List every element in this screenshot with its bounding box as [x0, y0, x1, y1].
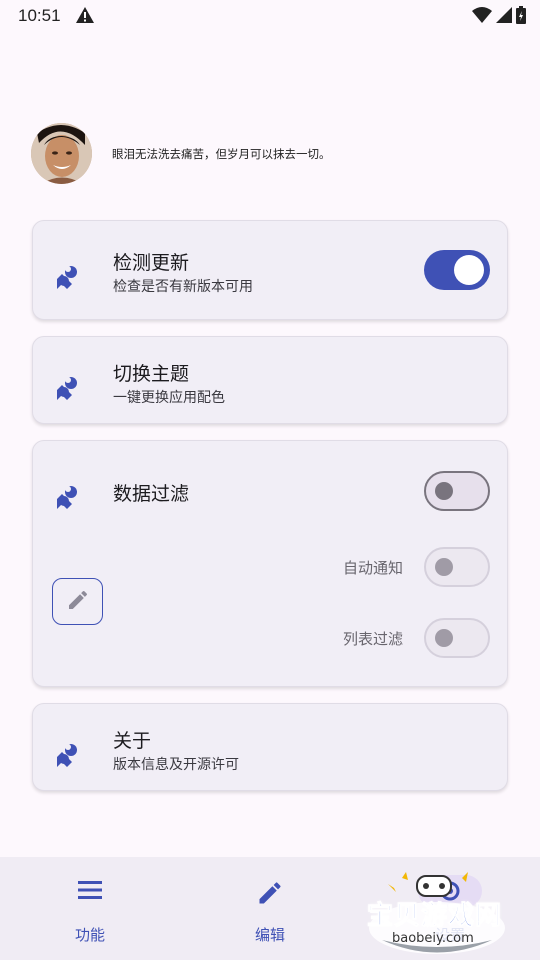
card-subtitle: 版本信息及开源许可 — [113, 757, 239, 773]
toggle-knob — [435, 629, 453, 647]
wifi-icon — [472, 7, 492, 27]
status-time: 10:51 — [18, 6, 61, 25]
card-title: 数据过滤 — [113, 483, 190, 505]
puzzle-icon — [55, 483, 81, 509]
list-filter-toggle[interactable] — [424, 618, 490, 658]
profile-header: 眼泪无法洗去痛苦，但岁月可以抹去一切。 — [31, 123, 331, 184]
status-bar: 10:51 — [0, 0, 540, 32]
warning-icon — [76, 7, 94, 27]
menu-icon — [77, 879, 103, 905]
pencil-icon — [256, 879, 284, 911]
watermark-text: 宝贝游戏网 — [366, 901, 503, 932]
nav-label: 功能 — [74, 926, 105, 944]
card-subtitle: 检查是否有新版本可用 — [113, 279, 253, 295]
list-filter-label: 列表过滤 — [342, 630, 403, 648]
card-switch-theme[interactable]: 切换主题 一键更换应用配色 — [32, 336, 508, 424]
pencil-icon — [66, 588, 90, 616]
toggle-knob — [435, 558, 453, 576]
card-subtitle: 一键更换应用配色 — [113, 390, 225, 406]
toggle-knob — [454, 255, 484, 285]
puzzle-icon — [55, 263, 81, 289]
nav-item-features[interactable]: 功能 — [0, 857, 180, 960]
signal-icon — [496, 7, 512, 27]
battery-icon — [516, 6, 526, 28]
nav-item-edit[interactable]: 编辑 — [180, 857, 360, 960]
watermark-url: baobeiy.com — [392, 931, 474, 946]
card-data-filter: 数据过滤 自动通知 列表过滤 — [32, 440, 508, 687]
puzzle-icon — [55, 741, 81, 767]
avatar[interactable] — [31, 123, 92, 184]
nav-label: 编辑 — [254, 926, 285, 944]
card-about[interactable]: 关于 版本信息及开源许可 — [32, 703, 508, 791]
card-title: 切换主题 — [113, 363, 190, 385]
check-update-toggle[interactable] — [424, 250, 490, 290]
card-title: 检测更新 — [113, 252, 190, 274]
edit-button[interactable] — [52, 578, 103, 625]
watermark-logo: 宝贝游戏网 baobeiy.com — [362, 870, 512, 956]
profile-motto: 眼泪无法洗去痛苦，但岁月可以抹去一切。 — [112, 146, 331, 161]
toggle-knob — [435, 482, 453, 500]
data-filter-toggle[interactable] — [424, 471, 490, 511]
puzzle-icon — [55, 374, 81, 400]
card-title: 关于 — [113, 730, 152, 752]
auto-notify-toggle[interactable] — [424, 547, 490, 587]
auto-notify-label: 自动通知 — [342, 559, 403, 577]
card-check-update[interactable]: 检测更新 检查是否有新版本可用 — [32, 220, 508, 320]
